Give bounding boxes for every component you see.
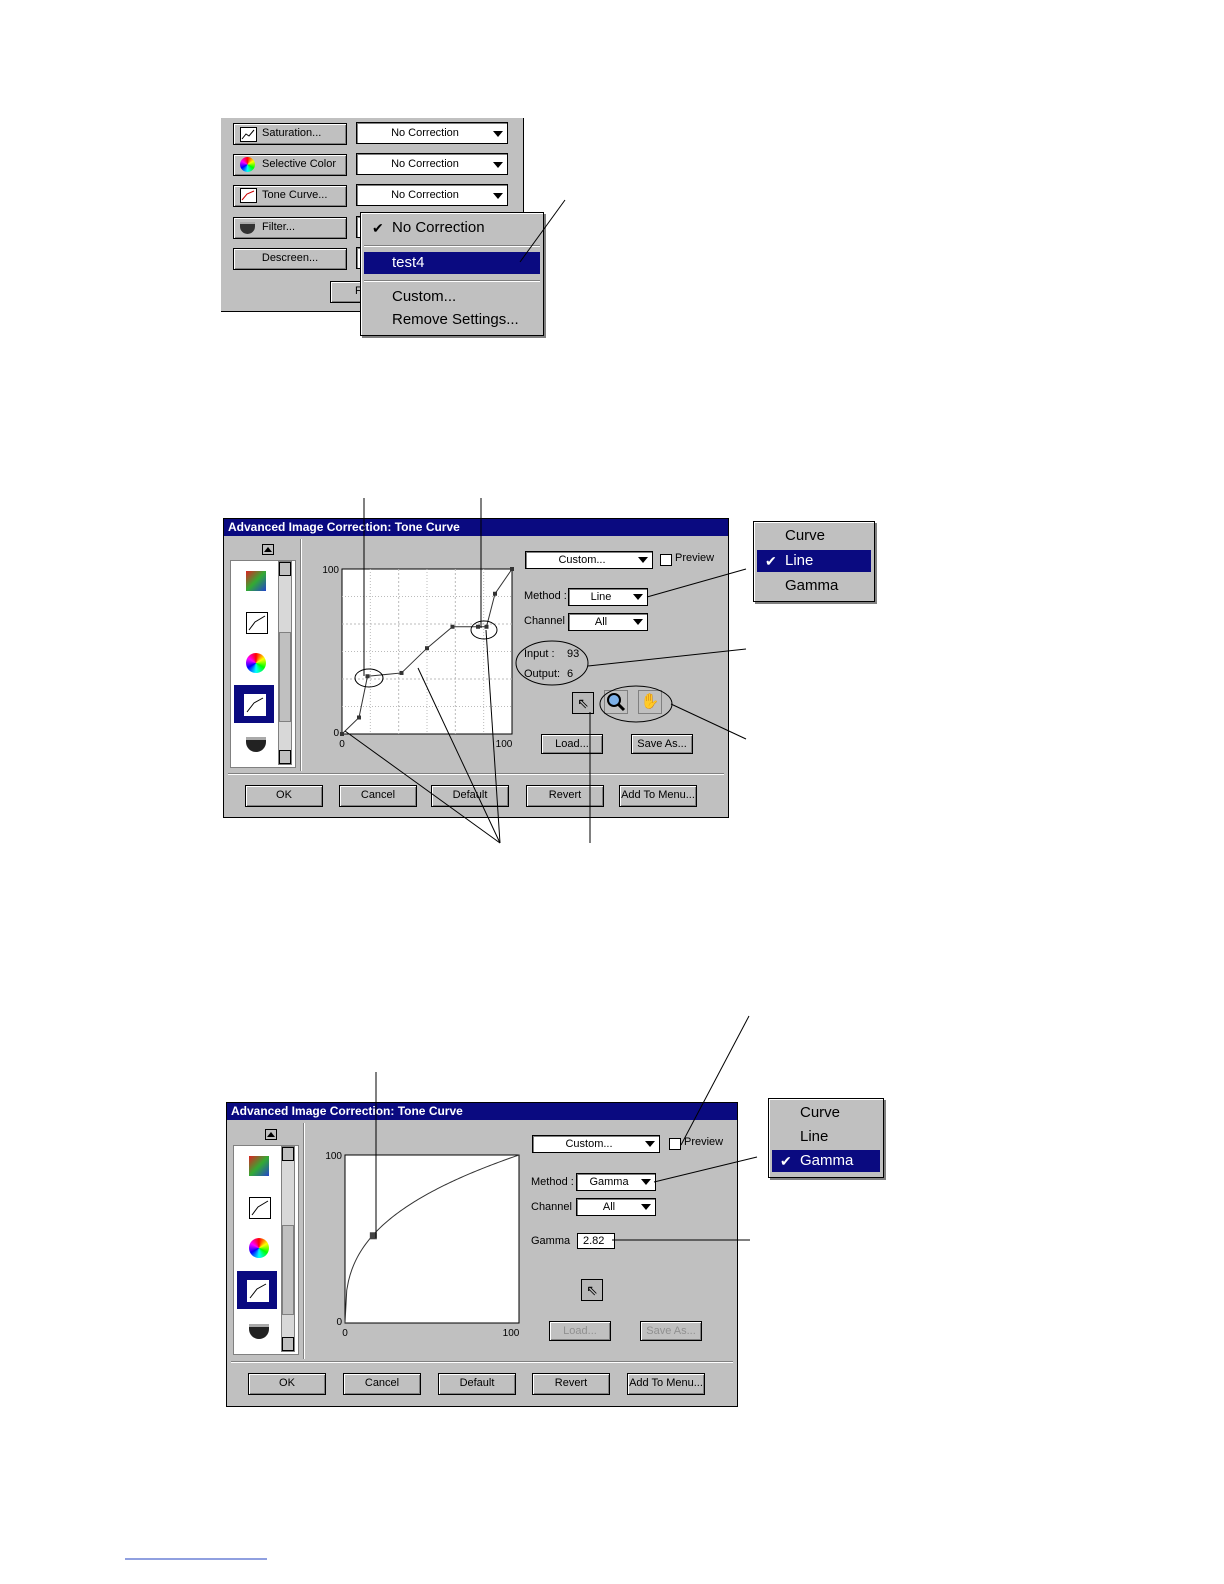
callout-line bbox=[485, 629, 501, 844]
callout-line bbox=[670, 703, 747, 740]
callout-line bbox=[653, 1156, 758, 1183]
callout-line bbox=[417, 667, 501, 844]
callout-line bbox=[646, 568, 747, 598]
callout-line bbox=[680, 1015, 750, 1146]
callout-line bbox=[519, 199, 566, 263]
callout-line bbox=[587, 648, 747, 667]
callout-ellipse bbox=[470, 620, 498, 640]
callout-ellipse bbox=[599, 685, 673, 723]
callout-ellipse bbox=[515, 640, 589, 686]
callout-lines bbox=[125, 199, 758, 1560]
callout-line bbox=[344, 730, 501, 844]
callout-ellipse bbox=[354, 668, 384, 688]
